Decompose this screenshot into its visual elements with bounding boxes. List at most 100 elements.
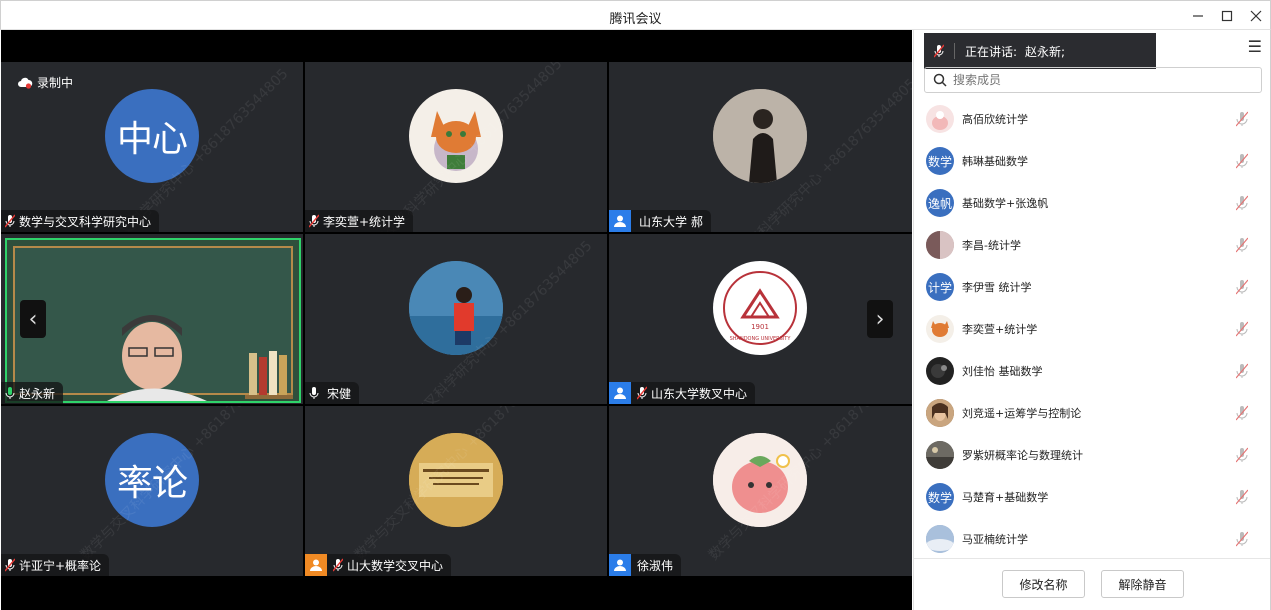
- member-avatar: 数学: [926, 147, 954, 175]
- minimize-icon[interactable]: [1185, 5, 1211, 27]
- list-item[interactable]: 刘竞遥+运筹学与控制论: [914, 392, 1270, 434]
- member-name: 基础数学+张逸帆: [962, 197, 1049, 210]
- chalkboard-video: [5, 238, 301, 403]
- menu-icon[interactable]: ☰: [1248, 37, 1262, 56]
- user-icon: [305, 554, 327, 576]
- member-avatar: [926, 231, 954, 259]
- member-name: 马楚育+基础数学: [962, 491, 1049, 504]
- member-name: 高佰欣统计学: [962, 113, 1028, 126]
- video-tile[interactable]: 录制中 中心 数学与交叉科学研究中心 +8618763544805 数学与交叉科…: [1, 62, 303, 232]
- speaking-name: 赵永新;: [1025, 44, 1066, 59]
- speaking-indicator: 正在讲话: 赵永新;: [924, 33, 1156, 69]
- member-avatar: [926, 105, 954, 133]
- beach-photo-avatar: [409, 261, 503, 355]
- member-name: 刘竞遥+运筹学与控制论: [962, 407, 1082, 420]
- participant-namebar: 数学与交叉科学研究中心: [1, 210, 160, 232]
- list-item[interactable]: 高佰欣统计学: [914, 98, 1270, 140]
- list-item[interactable]: 逸帆 基础数学+张逸帆: [914, 182, 1270, 224]
- member-name: 马亚楠统计学: [962, 533, 1028, 546]
- search-input[interactable]: [953, 73, 1243, 87]
- list-item[interactable]: 罗紫妍概率论与数理统计: [914, 434, 1270, 476]
- video-tile[interactable]: 率论 数学与交叉科学研究中心 +8618763544805 许亚宁+概率论: [1, 406, 303, 576]
- mic-muted-icon[interactable]: [1235, 447, 1249, 466]
- next-page-button[interactable]: ›: [867, 300, 893, 338]
- list-item[interactable]: 李奕萱+统计学: [914, 308, 1270, 350]
- logo-year: 1901: [751, 323, 769, 331]
- maximize-icon[interactable]: [1214, 5, 1240, 27]
- logo-text: SHANDONG UNIVERSITY: [730, 336, 792, 342]
- video-tile[interactable]: 数学与交叉科学研究中心 +8618763544805 宋健: [305, 234, 607, 404]
- gold-plaque-avatar: [409, 433, 503, 527]
- participant-name: 山东大学数叉中心: [651, 386, 748, 401]
- member-avatar: [926, 525, 954, 553]
- search-icon: [933, 73, 947, 87]
- mic-muted-icon[interactable]: [1235, 153, 1249, 172]
- mic-muted-icon[interactable]: [1235, 279, 1249, 298]
- video-tile[interactable]: 数学与交叉科学研究中心 +8618763544805 李奕萱+统计学: [305, 62, 607, 232]
- video-tile[interactable]: 数学与交叉科学研究中心 +8618763544805 山东大学 郝: [609, 62, 912, 232]
- member-avatar: 逸帆: [926, 189, 954, 217]
- participant-name: 数学与交叉科学研究中心: [19, 214, 152, 229]
- close-icon[interactable]: [1243, 5, 1269, 27]
- mic-active-icon: [1, 382, 19, 404]
- recording-label: 录制中: [37, 76, 74, 90]
- user-icon: [609, 210, 631, 232]
- bookshelf: [245, 351, 293, 399]
- participant-namebar: 许亚宁+概率论: [1, 554, 110, 576]
- participant-name: 赵永新: [19, 386, 56, 401]
- participant-name: 山大数学交叉中心: [347, 558, 444, 573]
- prev-page-button[interactable]: ‹: [20, 300, 46, 338]
- member-name: 李昌-统计学: [962, 239, 1021, 252]
- member-avatar: 数学: [926, 483, 954, 511]
- member-name: 刘佳怡 基础数学: [962, 365, 1043, 378]
- rename-button[interactable]: 修改名称: [1002, 570, 1085, 598]
- member-avatar: [926, 315, 954, 343]
- mic-muted-icon[interactable]: [1235, 321, 1249, 340]
- mic-icon: [305, 382, 323, 404]
- member-name: 李奕萱+统计学: [962, 323, 1038, 336]
- mic-muted-icon[interactable]: [1235, 489, 1249, 508]
- participant-namebar: 赵永新: [1, 382, 64, 404]
- panel-footer: 修改名称 解除静音: [914, 558, 1270, 610]
- video-tile[interactable]: 数学与交叉科学研究中心 +8618763544805 徐淑伟: [609, 406, 912, 576]
- mic-muted-icon[interactable]: [1235, 363, 1249, 382]
- participant-name: 李奕萱+统计学: [323, 214, 406, 229]
- avatar: 率论: [105, 433, 199, 527]
- video-tile[interactable]: 数学与交叉科学研究中心 +8618763544805 山大数学交叉中心: [305, 406, 607, 576]
- participant-namebar: 徐淑伟: [609, 554, 682, 576]
- mic-muted-icon[interactable]: [1235, 237, 1249, 256]
- member-avatar: [926, 441, 954, 469]
- window-title: 腾讯会议: [609, 12, 662, 27]
- unmute-button[interactable]: 解除静音: [1101, 570, 1184, 598]
- list-item[interactable]: 数学 马楚育+基础数学: [914, 476, 1270, 518]
- mic-muted-icon[interactable]: [1235, 405, 1249, 424]
- strawberry-cartoon-avatar: [713, 433, 807, 527]
- speaking-label: 正在讲话:: [965, 44, 1018, 59]
- mic-muted-icon[interactable]: [1235, 111, 1249, 130]
- cloud-record-icon: [18, 77, 33, 89]
- participant-name: 山东大学 郝: [639, 214, 703, 229]
- participant-name: 许亚宁+概率论: [19, 558, 102, 573]
- avatar: 中心: [105, 89, 199, 183]
- participant-namebar: 山东大学 郝: [609, 210, 711, 232]
- recording-indicator: 录制中: [17, 74, 73, 91]
- university-logo-avatar: 1901 SHANDONG UNIVERSITY: [713, 261, 807, 355]
- mic-muted-icon[interactable]: [1235, 531, 1249, 550]
- participant-namebar: 宋健: [305, 382, 360, 404]
- member-avatar: 计学: [926, 273, 954, 301]
- list-item[interactable]: 数学 韩琳基础数学: [914, 140, 1270, 182]
- mic-muted-icon: [633, 382, 651, 404]
- participant-name: 宋健: [327, 386, 352, 401]
- list-item[interactable]: 刘佳怡 基础数学: [914, 350, 1270, 392]
- list-item[interactable]: 马亚楠统计学: [914, 518, 1270, 560]
- list-item[interactable]: 李昌-统计学: [914, 224, 1270, 266]
- list-item[interactable]: 计学 李伊雪 统计学: [914, 266, 1270, 308]
- video-tile-active-speaker[interactable]: ‹ 赵永新: [1, 234, 303, 404]
- mic-muted-icon[interactable]: [1235, 195, 1249, 214]
- member-avatar: [926, 399, 954, 427]
- mic-muted-icon: [1, 210, 19, 232]
- mic-muted-icon: [1, 554, 19, 576]
- video-tile[interactable]: 1901 SHANDONG UNIVERSITY › 山东大学数叉中心: [609, 234, 912, 404]
- member-avatar: [926, 357, 954, 385]
- member-search[interactable]: [924, 67, 1262, 93]
